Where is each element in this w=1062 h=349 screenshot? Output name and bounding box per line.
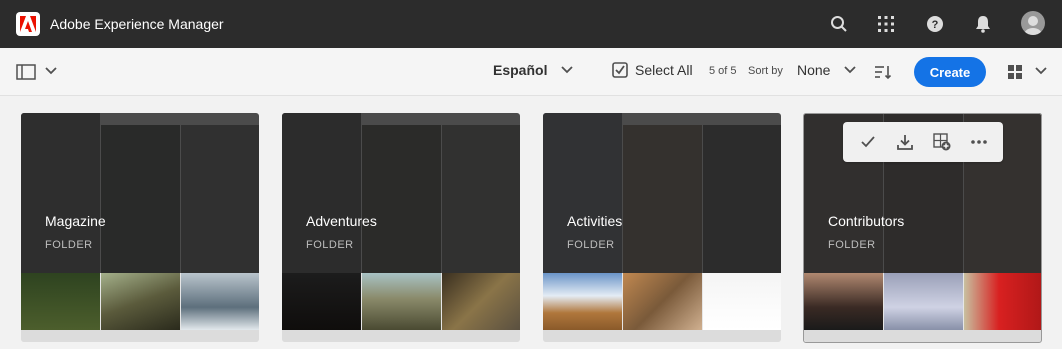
folder-card[interactable]: Activities FOLDER [543,113,781,342]
card-title[interactable]: Adventures [306,212,377,230]
checkbox-icon [612,62,628,78]
adobe-logo-icon[interactable] [16,12,40,36]
language-selector[interactable]: Español [493,62,574,78]
card-title[interactable]: Activities [567,212,622,230]
card-type: FOLDER [306,239,354,251]
card-type: FOLDER [567,239,615,251]
card-footer [804,330,1042,342]
folder-card[interactable]: Adventures FOLDER [282,113,520,342]
item-count: 5 of 5 [709,65,737,77]
notifications-icon[interactable] [971,12,995,36]
action-bar: Español Select All 5 of 5 Sort by None [0,48,1062,96]
add-to-collection-icon[interactable] [928,128,956,156]
select-check-icon[interactable] [854,128,882,156]
card-title[interactable]: Contributors [828,212,904,230]
folder-card[interactable]: Magazine FOLDER [21,113,259,342]
card-title[interactable]: Magazine [45,212,106,230]
svg-text:?: ? [932,19,939,31]
sort-by-label: Sort by [748,65,783,77]
sort-order-icon[interactable] [874,64,892,80]
search-icon[interactable] [827,12,851,36]
apps-icon[interactable] [874,12,898,36]
create-button[interactable]: Create [914,57,986,87]
chevron-down-icon [561,66,574,74]
view-switcher-icon[interactable] [1007,64,1023,80]
language-label: Español [493,62,548,78]
card-footer [21,330,259,342]
chevron-down-icon[interactable] [1035,67,1047,75]
sort-dropdown[interactable]: None [797,62,857,78]
app-title[interactable]: Adobe Experience Manager [50,15,224,33]
card-type: FOLDER [45,239,93,251]
avatar[interactable] [1021,11,1045,35]
rail-toggle-icon[interactable] [16,64,36,80]
card-footer [543,330,781,342]
card-type: FOLDER [828,239,876,251]
card-footer [282,330,520,342]
chevron-down-icon[interactable] [45,67,57,75]
quick-actions-bar [843,122,1003,162]
select-all-button[interactable]: Select All [612,62,693,78]
download-icon[interactable] [891,128,919,156]
chevron-down-icon [844,66,857,74]
sort-value: None [797,62,831,78]
select-all-label: Select All [635,62,693,78]
more-icon[interactable] [965,128,993,156]
help-icon[interactable]: ? [923,12,947,36]
app-header: Adobe Experience Manager ? [0,0,1062,48]
